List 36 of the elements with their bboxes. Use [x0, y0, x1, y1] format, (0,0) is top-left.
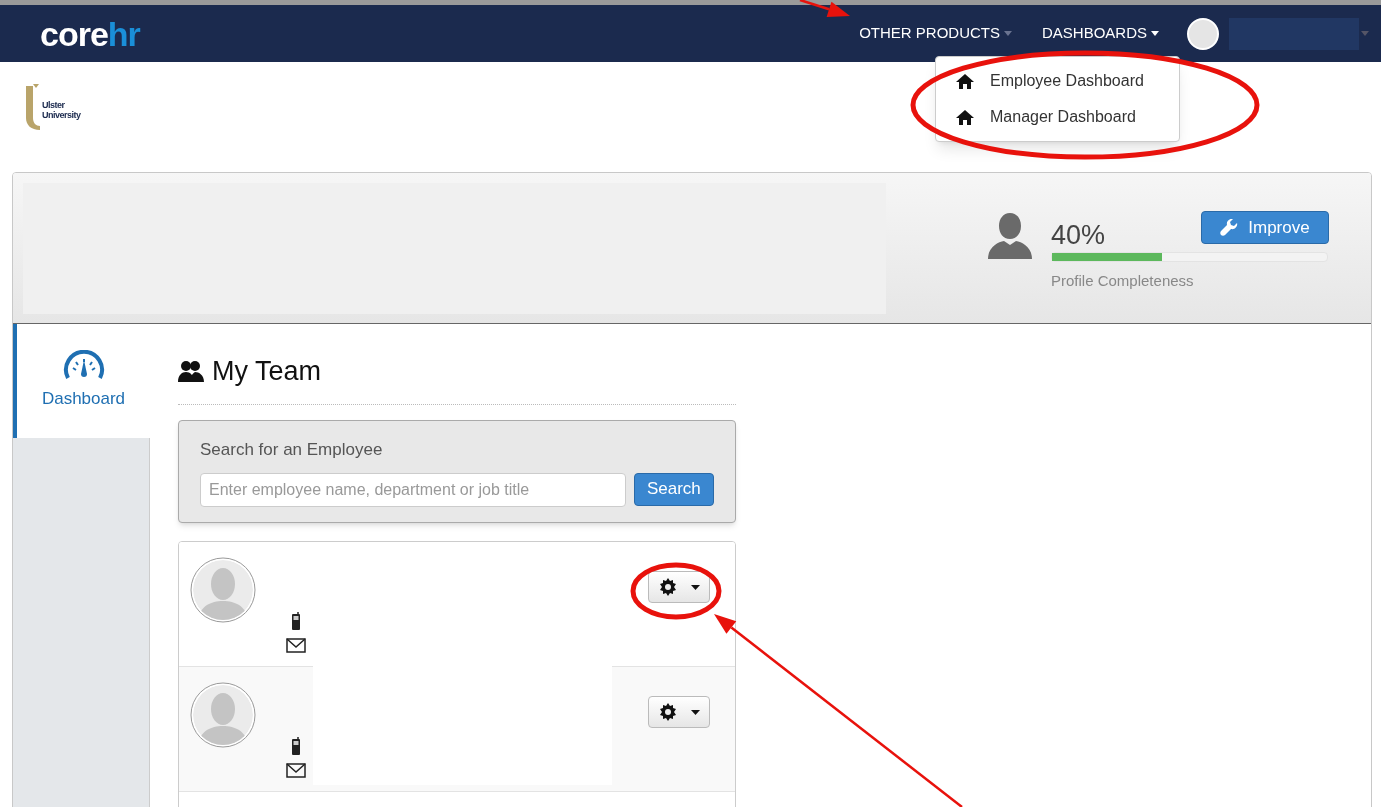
caret-icon [1151, 31, 1159, 36]
search-field[interactable]: Enter employee name, department or job title [200, 472, 626, 507]
avatar-placeholder [190, 557, 256, 623]
home-icon [956, 73, 974, 89]
gauge-icon [62, 350, 105, 381]
search-button[interactable]: Search [633, 472, 714, 506]
wrench-icon [1220, 218, 1239, 237]
ulster-university-logo: Ulster University [24, 84, 104, 130]
search-label: Search for an Employee [200, 439, 384, 461]
team-icon [178, 360, 204, 382]
completeness-percent: 40% [1051, 220, 1106, 250]
user-avatar[interactable] [1187, 17, 1219, 50]
dropdown-item[interactable]: Employee Dashboard [936, 63, 1179, 99]
section-title: My Team [212, 356, 322, 386]
actions-menu-button[interactable] [648, 571, 710, 603]
improve-button[interactable]: Improve [1201, 211, 1329, 244]
home-icon [956, 109, 974, 125]
corehr-logo[interactable]: corehr [40, 16, 140, 51]
dropdown-item[interactable]: Manager Dashboard [936, 99, 1179, 135]
gear-icon [658, 703, 677, 721]
annotation-arrow [799, 0, 850, 17]
mobile-phone-icon [291, 737, 301, 755]
nav-menu-link[interactable]: DASHBOARDS [1041, 22, 1159, 45]
envelope-icon [286, 763, 306, 778]
gear-icon [658, 578, 677, 596]
nav-menu-link[interactable]: OTHER PRODUCTS [859, 22, 1012, 45]
person-icon [986, 211, 1034, 259]
actions-menu-button[interactable] [648, 696, 710, 728]
caret-icon [1003, 31, 1012, 36]
sidebar-tab[interactable]: Dashboard [13, 324, 150, 438]
caret-icon [690, 709, 700, 715]
completeness-caption: Profile Completeness [1051, 271, 1195, 291]
envelope-icon [286, 638, 306, 653]
caret-icon [690, 584, 700, 590]
avatar-placeholder [190, 682, 256, 748]
mobile-phone-icon [291, 612, 301, 630]
